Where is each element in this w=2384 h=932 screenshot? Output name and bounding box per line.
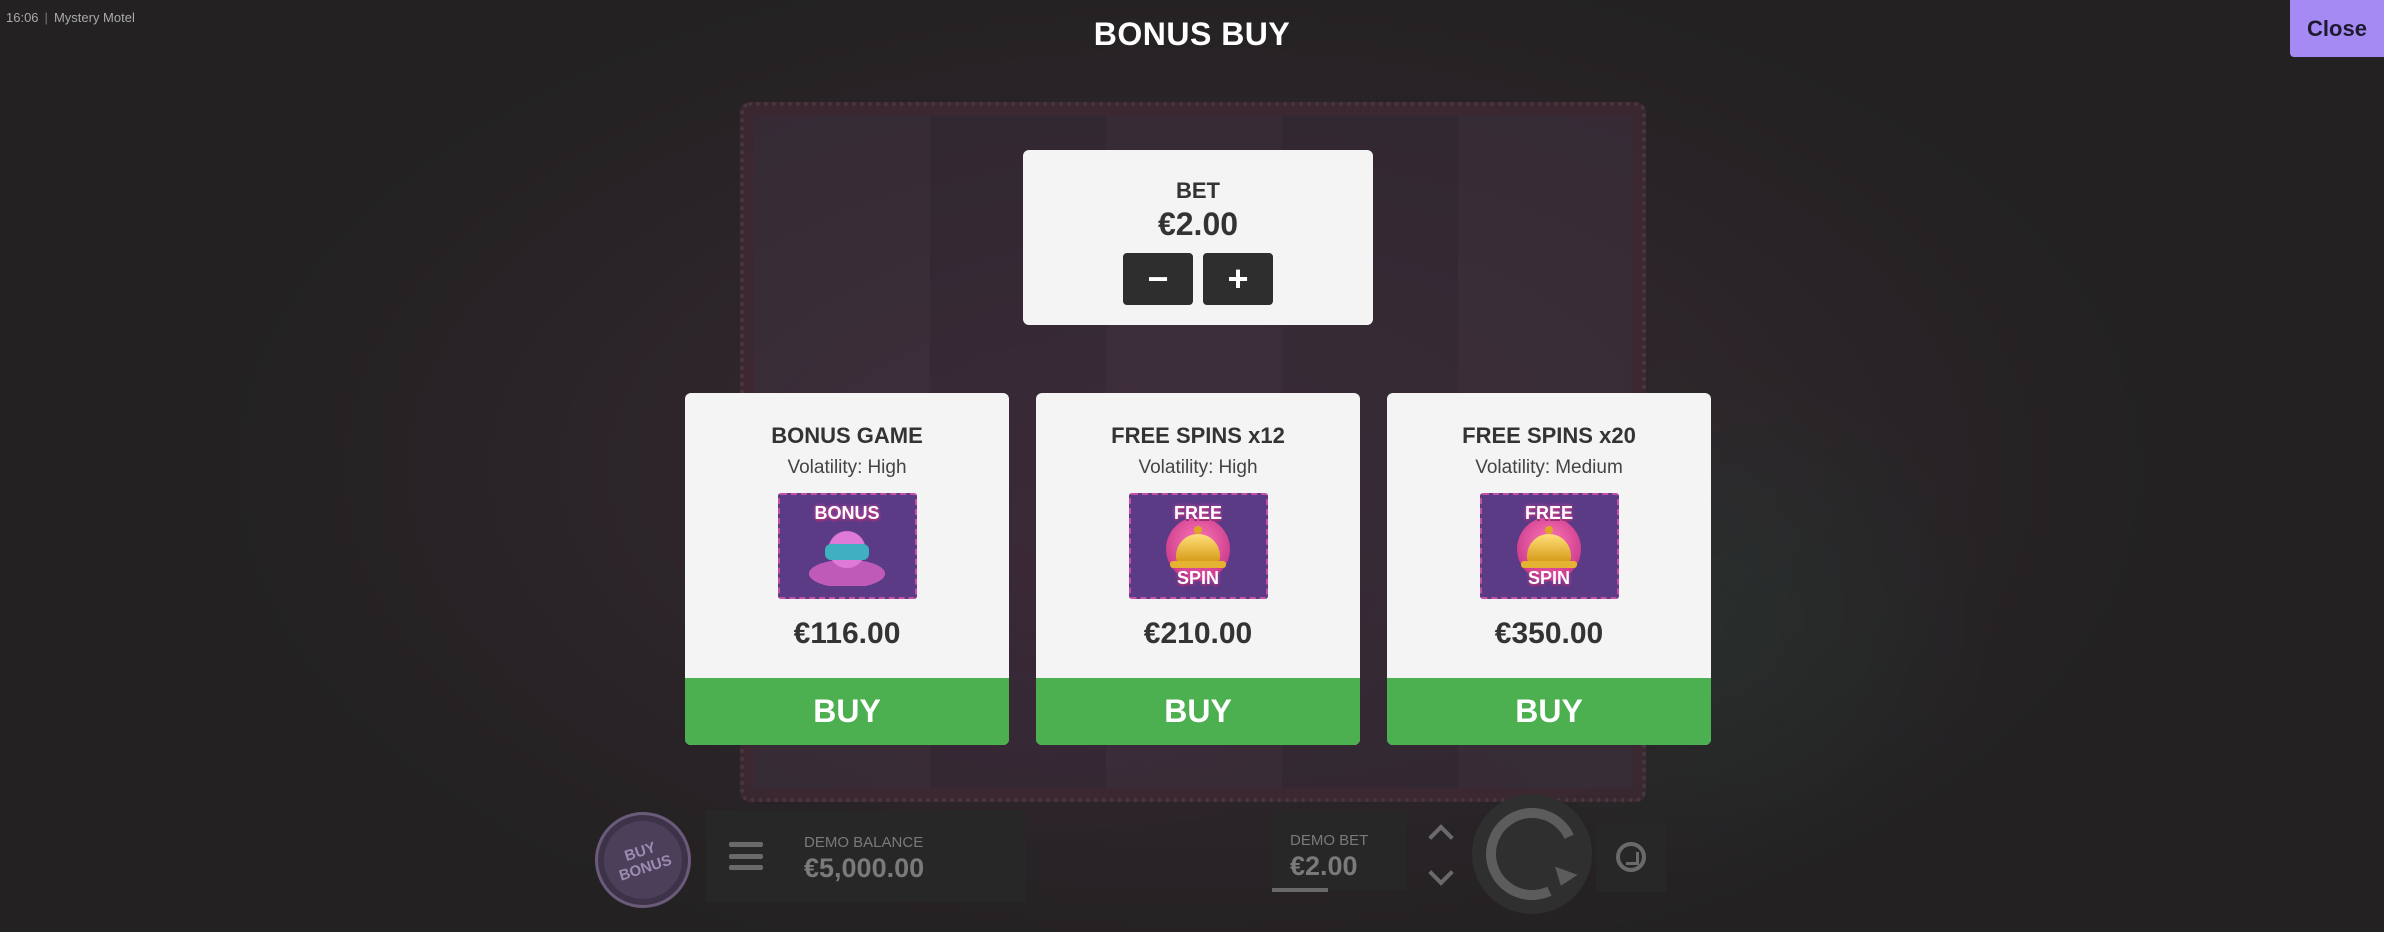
bet-label: DEMO BET — [1290, 832, 1369, 849]
volatility-label: Volatility: — [1138, 457, 1214, 478]
increase-bet-button[interactable]: + — [1203, 253, 1273, 305]
minus-icon: − — [1147, 258, 1169, 299]
bonus-option-card: FREE SPINS x12 Volatility: High FREE SPIN… — [1036, 393, 1360, 745]
option-title: FREE SPINS x12 — [1111, 423, 1285, 448]
option-volatility: Volatility: High — [1138, 457, 1257, 479]
spin-icon — [1473, 795, 1591, 913]
plus-icon: + — [1227, 258, 1249, 299]
option-price: €116.00 — [793, 617, 901, 650]
volatility-value: Medium — [1555, 457, 1623, 478]
chevron-up-icon[interactable] — [1428, 824, 1454, 850]
bet-display[interactable]: DEMO BET €2.00 — [1272, 810, 1406, 890]
buy-button[interactable]: BUY — [1036, 678, 1360, 745]
option-title: BONUS GAME — [771, 423, 923, 448]
option-volatility: Volatility: Medium — [1475, 457, 1623, 479]
art-label: SPIN — [1176, 568, 1219, 588]
option-price: €210.00 — [1143, 617, 1253, 650]
bonus-game-art: BONUS — [777, 493, 917, 599]
volatility-value: High — [867, 457, 907, 478]
balance-value: €5,000.00 — [804, 853, 925, 883]
spin-button[interactable] — [1472, 794, 1592, 914]
buy-bonus-label: BUY BONUS — [616, 838, 674, 884]
art-label: SPIN — [1527, 568, 1570, 588]
option-volatility: Volatility: High — [787, 457, 906, 479]
bet-stepper: − + — [1023, 253, 1373, 305]
close-button[interactable]: Close — [2290, 0, 2384, 57]
menu-button[interactable] — [706, 810, 786, 902]
free-spin-art: FREE SPIN — [1479, 493, 1619, 599]
octopus-icon — [807, 530, 887, 586]
bonus-option-card: FREE SPINS x20 Volatility: Medium FREE SP… — [1387, 393, 1711, 745]
chevron-down-icon[interactable] — [1428, 860, 1454, 886]
autoplay-icon — [1616, 842, 1646, 872]
modal-title: BONUS BUY — [1093, 16, 1291, 52]
bet-arrows — [1410, 820, 1472, 890]
buy-button[interactable]: BUY — [685, 678, 1009, 745]
bonus-option-card: BONUS GAME Volatility: High BONUS €116.00… — [685, 393, 1009, 745]
volatility-label: Volatility: — [787, 457, 863, 478]
bet-label: BET — [1176, 178, 1220, 203]
art-label: FREE — [1173, 503, 1222, 523]
option-price: €350.00 — [1494, 617, 1604, 650]
art-label: FREE — [1524, 503, 1573, 523]
buy-bonus-button[interactable]: BUY BONUS — [595, 812, 691, 908]
buy-button[interactable]: BUY — [1387, 678, 1711, 745]
free-spin-art: FREE SPIN — [1128, 493, 1268, 599]
bet-indicator — [1272, 888, 1328, 892]
bet-amount: €2.00 — [1290, 851, 1358, 881]
bonus-options: BONUS GAME Volatility: High BONUS €116.00… — [685, 393, 1711, 745]
volatility-label: Volatility: — [1475, 457, 1551, 478]
autoplay-button[interactable] — [1596, 822, 1666, 892]
decrease-bet-button[interactable]: − — [1123, 253, 1193, 305]
hamburger-icon — [729, 842, 763, 870]
bet-panel: BET €2.00 − + — [1023, 150, 1373, 325]
volatility-value: High — [1218, 457, 1258, 478]
option-title: FREE SPINS x20 — [1462, 423, 1636, 448]
balance-label: DEMO BALANCE — [804, 834, 924, 851]
bet-value: €2.00 — [1157, 206, 1239, 242]
art-label: BONUS — [814, 503, 880, 523]
balance-display: DEMO BALANCE €5,000.00 — [786, 810, 1026, 902]
